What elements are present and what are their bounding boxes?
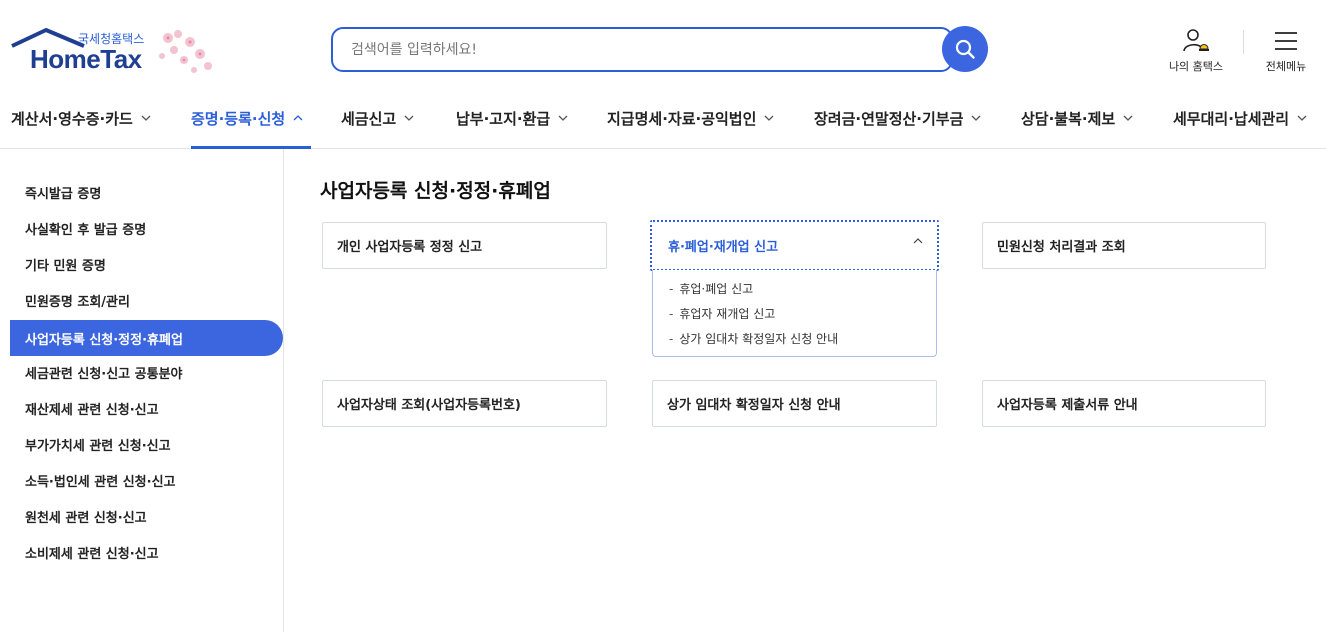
sidebar-item-common[interactable]: 세금관련 신청·신고 공통분야 bbox=[10, 354, 283, 390]
chevron-down-icon bbox=[1297, 115, 1307, 121]
card-individual-correction[interactable]: 개인 사업자등록 정정 신고 bbox=[322, 222, 607, 269]
chevron-down-icon bbox=[404, 115, 414, 121]
nav-item-invoice[interactable]: 계산서·영수증·카드 bbox=[11, 88, 151, 148]
card-lease-date[interactable]: 상가 임대차 확정일자 신청 안내 bbox=[652, 380, 937, 427]
search-box bbox=[331, 27, 953, 72]
all-menu-button[interactable]: 전체메뉴 bbox=[1258, 26, 1314, 74]
hometax-logo[interactable]: 국세청홈택스 HomeTax bbox=[10, 26, 225, 80]
card-business-status[interactable]: 사업자상태 조회(사업자등록번호) bbox=[322, 380, 607, 427]
nav-item-payment[interactable]: 납부·고지·환급 bbox=[456, 88, 568, 148]
nav-item-tax-report[interactable]: 세금신고 bbox=[341, 88, 414, 148]
blossom-icon bbox=[159, 30, 212, 73]
nav-item-certificate[interactable]: 증명·등록·신청 bbox=[191, 88, 312, 149]
sidebar-item-property-tax[interactable]: 재산제세 관련 신청·신고 bbox=[10, 390, 283, 426]
chevron-up-icon bbox=[293, 115, 303, 121]
hamburger-icon bbox=[1275, 32, 1297, 50]
submenu-item-lease-date[interactable]: 상가 임대차 확정일자 신청 안내 bbox=[669, 330, 838, 347]
chevron-up-icon bbox=[913, 238, 923, 244]
submenu-item-reopen[interactable]: 휴업자 재개업 신고 bbox=[669, 305, 775, 322]
sidebar: 즉시발급 증명 사실확인 후 발급 증명 기타 민원 증명 민원증명 조회/관리… bbox=[0, 149, 284, 632]
logo-title: HomeTax bbox=[30, 44, 142, 74]
chevron-down-icon bbox=[141, 115, 151, 121]
sidebar-item-cert-manage[interactable]: 민원증명 조회/관리 bbox=[10, 282, 283, 318]
search-button[interactable] bbox=[942, 26, 988, 72]
search-icon bbox=[955, 39, 975, 59]
page-title: 사업자등록 신청·정정·휴폐업 bbox=[320, 180, 551, 202]
nav-item-statements[interactable]: 지급명세·자료·공익법인 bbox=[607, 88, 774, 148]
sidebar-item-verified-cert[interactable]: 사실확인 후 발급 증명 bbox=[10, 210, 283, 246]
submenu-item-closure[interactable]: 휴업·폐업 신고 bbox=[669, 280, 753, 297]
header: 국세청홈택스 HomeTax 검색어를 입력하세요! 나의 홈택스 전체메뉴 bbox=[0, 0, 1326, 88]
my-hometax-button[interactable]: 나의 홈택스 bbox=[1164, 26, 1228, 74]
util-divider bbox=[1243, 30, 1244, 54]
nav-item-consulting[interactable]: 상담·불복·제보 bbox=[1021, 88, 1133, 148]
nav-item-agent[interactable]: 세무대리·납세관리 bbox=[1173, 88, 1307, 148]
chevron-down-icon bbox=[971, 115, 981, 121]
card-civil-result[interactable]: 민원신청 처리결과 조회 bbox=[982, 222, 1266, 269]
sidebar-item-consumption-tax[interactable]: 소비제세 관련 신청·신고 bbox=[10, 534, 283, 570]
chevron-down-icon bbox=[558, 115, 568, 121]
search-input[interactable] bbox=[349, 39, 909, 61]
nav-item-incentives[interactable]: 장려금·연말정산·기부금 bbox=[814, 88, 981, 148]
sidebar-item-business-registration[interactable]: 사업자등록 신청·정정·휴폐업 bbox=[10, 320, 283, 356]
sidebar-item-instant-cert[interactable]: 즉시발급 증명 bbox=[10, 174, 283, 210]
sidebar-item-vat[interactable]: 부가가치세 관련 신청·신고 bbox=[10, 426, 283, 462]
my-hometax-label: 나의 홈택스 bbox=[1168, 60, 1224, 73]
chevron-down-icon bbox=[1123, 115, 1133, 121]
all-menu-label: 전체메뉴 bbox=[1265, 60, 1307, 73]
user-bell-icon bbox=[1183, 29, 1209, 52]
sidebar-item-other-cert[interactable]: 기타 민원 증명 bbox=[10, 246, 283, 282]
main-nav: 계산서·영수증·카드 증명·등록·신청 세금신고 납부·고지·환급 지급명세·자… bbox=[0, 88, 1326, 149]
sidebar-item-withholding[interactable]: 원천세 관련 신청·신고 bbox=[10, 498, 283, 534]
chevron-down-icon bbox=[764, 115, 774, 121]
card-required-documents[interactable]: 사업자등록 제출서류 안내 bbox=[982, 380, 1266, 427]
card-closure-submenu: 휴업·폐업 신고 휴업자 재개업 신고 상가 임대차 확정일자 신청 안내 bbox=[652, 270, 937, 357]
card-closure-reopen[interactable]: 휴·폐업·재개업 신고 bbox=[650, 220, 939, 271]
sidebar-item-income-tax[interactable]: 소득·법인세 관련 신청·신고 bbox=[10, 462, 283, 498]
card-closure-reopen-label: 휴·폐업·재개업 신고 bbox=[668, 240, 779, 255]
